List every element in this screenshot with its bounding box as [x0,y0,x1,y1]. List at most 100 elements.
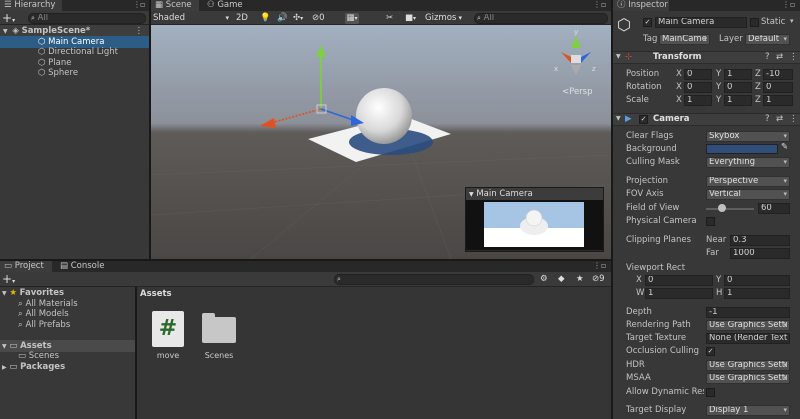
occlusion-culling-checkbox[interactable]: ✓ [706,347,715,356]
physical-camera-checkbox[interactable] [706,217,715,226]
depth-field[interactable]: -1 [706,307,790,318]
depth-label: Depth [626,307,652,317]
asset-tile-folder[interactable]: Scenes [200,311,238,360]
far-label: Far [706,248,719,258]
maximize-icon[interactable]: ▫ [601,0,606,9]
hierarchy-search-input[interactable]: ⌕ All [28,13,146,24]
tab-hierarchy[interactable]: ☰ Hierarchy [0,0,62,11]
fov-slider-track[interactable] [706,208,754,210]
culling-mask-dropdown[interactable]: Everything [706,157,790,168]
breadcrumb[interactable]: Assets [140,289,172,299]
folder-icon: ▭ [9,362,18,372]
static-dropdown-icon[interactable]: ▾ [790,17,794,25]
target-texture-field[interactable]: None (Render Text [706,333,790,344]
fov-field[interactable]: 60 [758,203,790,214]
asset-tile-script[interactable]: # move [150,311,186,360]
fov-axis-dropdown[interactable]: Vertical [706,189,790,200]
tab-console[interactable]: ▤ Console [56,261,106,272]
far-field[interactable]: 1000 [730,248,790,259]
msaa-label: MSAA [626,373,651,383]
grid-toggle-icon[interactable]: ▦▾ [345,13,359,24]
help-icon[interactable]: ? [765,114,770,124]
hierarchy-item[interactable]: ⬡ Sphere [0,67,149,79]
tab-game[interactable]: ⚇ Game [203,0,249,11]
object-name-field[interactable]: Main Camera [655,17,747,28]
camera-preview-window[interactable]: ▼ Main Camera [465,187,604,252]
active-checkbox[interactable]: ✓ [643,18,652,27]
projection-toggle[interactable]: <Persp [562,87,593,97]
shading-dropdown[interactable]: Shaded ▾ [153,11,231,25]
rotation-y-field[interactable]: 0 [724,82,752,93]
rotation-z-field[interactable]: 0 [763,82,793,93]
background-color-swatch[interactable] [706,144,778,154]
axis-z-label: Z [755,95,761,105]
kebab-menu-icon[interactable]: ⋮ [789,52,798,62]
clear-flags-dropdown[interactable]: Skybox [706,131,790,142]
tab-scene[interactable]: ▦ Scene [151,0,199,11]
audio-icon[interactable]: 🔊 [277,11,288,25]
toggle-2d-button[interactable]: 2D [236,11,252,25]
hdr-dropdown[interactable]: Use Graphics Setti [706,360,790,371]
transform-header[interactable]: ▼ ⊹ Transform ? ⇄ ⋮ [613,51,800,64]
favorite-item[interactable]: ⌕ All Prefabs [18,319,70,331]
rotation-x-field[interactable]: 0 [684,82,712,93]
camera-settings-icon[interactable]: ■▾ [405,11,416,26]
camera-enabled-checkbox[interactable]: ✓ [639,115,648,124]
fov-slider-handle[interactable] [717,204,726,212]
near-field[interactable]: 0.3 [730,235,790,246]
viewport-x-field[interactable]: 0 [645,275,713,286]
kebab-menu-icon[interactable]: ⋮ [782,0,790,9]
scale-z-field[interactable]: 1 [763,95,793,106]
scale-y-field[interactable]: 1 [724,95,752,106]
kebab-menu-icon[interactable]: ⋮ [593,0,601,9]
collapse-arrow-icon[interactable]: ▼ [3,28,8,35]
search-by-type-icon[interactable]: ⚙ [540,274,548,284]
hidden-packages-toggle[interactable]: ⊘9 [592,274,605,284]
rendering-path-dropdown[interactable]: Use Graphics Setti [706,320,790,331]
viewport-w-field[interactable]: 1 [645,288,713,299]
scale-x-field[interactable]: 1 [684,95,712,106]
maximize-icon[interactable]: ▫ [140,0,145,9]
tab-project[interactable]: ▭ Project [0,261,52,272]
maximize-icon[interactable]: ▫ [790,0,795,9]
tools-icon[interactable]: ✂ [386,11,393,25]
visibility-toggle[interactable]: ⊘0 [312,11,325,25]
position-z-field[interactable]: -10 [763,69,793,80]
kebab-menu-icon[interactable]: ⋮ [789,114,798,124]
msaa-dropdown[interactable]: Use Graphics Setti [706,373,790,384]
label-filter-icon[interactable]: ◆ [558,274,565,284]
effects-icon[interactable]: ✣▾ [293,11,303,26]
viewport-h-field[interactable]: 1 [724,288,790,299]
lighting-icon[interactable]: 💡 [260,11,271,25]
occlusion-culling-label: Occlusion Culling [626,346,700,356]
scene-search-input[interactable]: ⌕ All [474,13,608,24]
tab-inspector[interactable]: ⓘ Inspector [613,0,669,11]
camera-preview-image [466,200,603,250]
static-checkbox[interactable] [750,18,759,27]
project-search-input[interactable]: ⌕ [334,274,534,285]
viewport-y-field[interactable]: 0 [724,275,790,286]
gizmos-dropdown[interactable]: Gizmos ▾ [425,11,462,25]
maximize-icon[interactable]: ▫ [601,261,606,270]
tag-dropdown[interactable]: MainCame [659,34,710,45]
collapse-arrow-icon[interactable]: ▼ [469,191,474,198]
sphere-object[interactable] [356,88,412,144]
position-x-field[interactable]: 0 [684,69,712,80]
kebab-menu-icon[interactable]: ⋮ [593,261,601,270]
dynamic-resolution-checkbox[interactable] [706,388,715,397]
favorite-star-icon[interactable]: ★ [576,274,584,284]
preset-icon[interactable]: ⇄ [776,52,783,62]
svg-text:z: z [592,65,596,73]
help-icon[interactable]: ? [765,52,770,62]
projection-dropdown[interactable]: Perspective [706,176,790,187]
layer-dropdown[interactable]: Default [745,34,790,45]
folder-icon: ▭ [4,261,13,271]
axis-x-label: X [636,275,642,285]
camera-header[interactable]: ▼ ▶ ✓ Camera ? ⇄ ⋮ [613,113,800,126]
axis-y-label: Y [716,95,722,105]
eyedropper-icon[interactable]: ✎ [781,142,788,152]
preset-icon[interactable]: ⇄ [776,114,783,124]
position-y-field[interactable]: 1 [724,69,752,80]
packages-root[interactable]: ▶ ▭ Packages [0,361,65,373]
target-display-dropdown[interactable]: Display 1 [706,405,790,416]
